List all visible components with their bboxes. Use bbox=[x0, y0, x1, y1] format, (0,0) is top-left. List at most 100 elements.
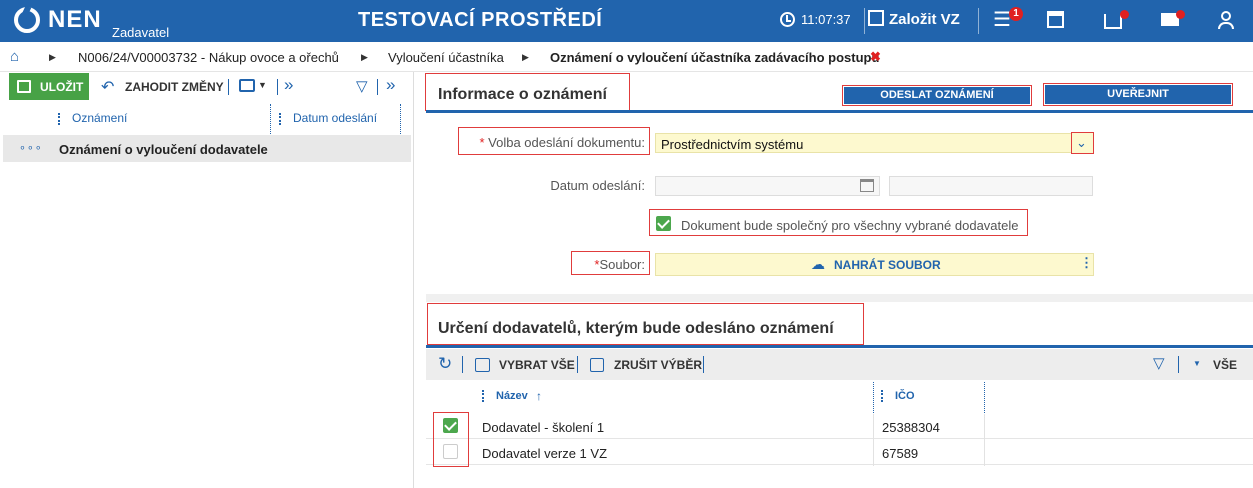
volba-select[interactable]: Prostřednictvím systému bbox=[655, 133, 1093, 153]
clock-icon bbox=[780, 12, 795, 27]
soubor-label-text: Soubor: bbox=[599, 257, 645, 272]
section-underline bbox=[426, 345, 1253, 348]
row-menu-icon[interactable]: ∘∘∘ bbox=[19, 141, 43, 154]
table-row[interactable]: Dodavatel - školení 1 25388304 bbox=[426, 414, 1253, 439]
column-header-nazev[interactable]: Název bbox=[496, 390, 528, 402]
logo-subtitle: Zadavatel bbox=[112, 25, 170, 40]
column-header-oznameni[interactable]: Oznámení bbox=[72, 111, 127, 125]
section-gap bbox=[426, 294, 1253, 302]
breadcrumb-separator-icon: ▶ bbox=[522, 52, 529, 62]
create-vz-button[interactable]: Založit VZ bbox=[868, 10, 960, 28]
view-all-button[interactable]: VŠE bbox=[1213, 358, 1237, 372]
breadcrumb-separator-icon: ▶ bbox=[49, 52, 56, 62]
close-icon[interactable]: ✖ bbox=[870, 49, 881, 65]
column-menu-icon[interactable] bbox=[881, 390, 884, 402]
supplier-ico: 25388304 bbox=[882, 420, 940, 435]
breadcrumb-item-vylouceni[interactable]: Vyloučení účastníka bbox=[388, 50, 504, 65]
volba-label: * Volba odeslání dokumentu: bbox=[466, 135, 645, 150]
common-document-checkbox[interactable] bbox=[656, 216, 671, 231]
select-all-button[interactable]: VYBRAT VŠE bbox=[499, 358, 575, 372]
column-menu-icon[interactable] bbox=[482, 390, 485, 402]
column-menu-icon[interactable] bbox=[58, 113, 61, 125]
chevron-down-icon[interactable]: ⌄ bbox=[1076, 135, 1087, 151]
edit-icon bbox=[868, 10, 884, 26]
sort-asc-icon[interactable]: ↑ bbox=[536, 389, 542, 403]
detail-panel: Informace o oznámení ODESLAT OZNÁMENÍ UV… bbox=[425, 72, 1253, 488]
column-header-datum[interactable]: Datum odeslání bbox=[293, 111, 377, 125]
send-notice-button[interactable]: ODESLAT OZNÁMENÍ bbox=[844, 87, 1030, 104]
chevron-down-icon[interactable]: ▼ bbox=[258, 80, 267, 90]
volba-value: Prostřednictvím systému bbox=[661, 137, 804, 152]
refresh-icon[interactable]: ↻ bbox=[438, 354, 452, 374]
section-title-suppliers: Určení dodavatelů, kterým bude odesláno … bbox=[438, 320, 834, 337]
discard-changes-button[interactable]: ZAHODIT ZMĚNY bbox=[125, 80, 224, 94]
calculator-icon[interactable] bbox=[1047, 11, 1064, 28]
divider bbox=[703, 356, 704, 373]
more-options-icon[interactable]: ⋮ bbox=[1080, 255, 1093, 271]
mail-notification-dot bbox=[1176, 10, 1185, 19]
column-divider[interactable] bbox=[400, 104, 401, 134]
section-underline bbox=[426, 110, 1253, 113]
breadcrumb-item-current: Oznámení o vyloučení účastníka zadávacíh… bbox=[550, 50, 880, 65]
section-title-info: Informace o oznámení bbox=[438, 86, 607, 103]
datum-label: Datum odeslání: bbox=[550, 178, 645, 193]
datum-time-input[interactable] bbox=[889, 176, 1093, 196]
left-panel: ULOŽIT ↶ ZAHODIT ZMĚNY ▼ » ▽ » Oznámení … bbox=[0, 72, 414, 488]
menu-badge: 1 bbox=[1009, 7, 1023, 21]
required-mark: * bbox=[479, 135, 485, 150]
publish-button[interactable]: UVEŘEJNIT bbox=[1045, 85, 1231, 104]
divider bbox=[228, 79, 229, 95]
upload-cloud-icon: ☁ bbox=[811, 256, 825, 272]
divider bbox=[577, 356, 578, 373]
supplier-name: Dodavatel - školení 1 bbox=[482, 420, 605, 435]
divider bbox=[864, 8, 865, 34]
grid-toolbar: ↻ VYBRAT VŠE ZRUŠIT VÝBĚR ▽ ▼ VŠE bbox=[426, 349, 1253, 380]
breadcrumb: ⌂ ▶ N006/24/V00003732 - Nákup ovoce a oř… bbox=[0, 42, 1253, 72]
clear-selection-button[interactable]: ZRUŠIT VÝBĚR bbox=[614, 358, 702, 372]
expand-icon[interactable]: » bbox=[284, 75, 293, 95]
breadcrumb-separator-icon: ▶ bbox=[361, 52, 368, 62]
calendar-icon[interactable] bbox=[860, 179, 874, 192]
highlight-box bbox=[433, 412, 469, 467]
soubor-label: *Soubor: bbox=[576, 257, 645, 272]
left-grid-header: Oznámení Datum odeslání bbox=[0, 102, 414, 136]
column-divider[interactable] bbox=[984, 382, 985, 413]
datum-date-input[interactable] bbox=[655, 176, 880, 196]
user-icon[interactable] bbox=[1218, 11, 1234, 29]
common-document-label: Dokument bude společný pro všechny vybra… bbox=[681, 218, 1019, 233]
logo-text[interactable]: NEN bbox=[48, 6, 102, 34]
breadcrumb-item-zakazka[interactable]: N006/24/V00003732 - Nákup ovoce a ořechů bbox=[78, 50, 339, 65]
save-icon bbox=[17, 80, 31, 93]
home-icon[interactable]: ⌂ bbox=[10, 48, 19, 65]
filter-icon[interactable]: ▽ bbox=[356, 77, 368, 95]
save-button[interactable]: ULOŽIT bbox=[9, 73, 89, 100]
divider bbox=[462, 356, 463, 373]
collapse-panel-icon[interactable]: » bbox=[386, 75, 395, 95]
supplier-name: Dodavatel verze 1 VZ bbox=[482, 446, 608, 461]
column-divider[interactable] bbox=[270, 104, 271, 134]
divider bbox=[277, 79, 278, 95]
list-item-label: Oznámení o vyloučení dodavatele bbox=[59, 142, 268, 157]
table-row[interactable]: Dodavatel verze 1 VZ 67589 bbox=[426, 440, 1253, 465]
session-clock: 11:07:37 bbox=[780, 12, 851, 27]
nen-logo-icon[interactable] bbox=[14, 7, 40, 33]
inbox-notification-dot bbox=[1120, 10, 1129, 19]
supplier-ico: 67589 bbox=[882, 446, 919, 461]
column-divider bbox=[873, 414, 874, 466]
chevron-down-icon[interactable]: ▼ bbox=[1193, 359, 1201, 368]
left-toolbar: ULOŽIT ↶ ZAHODIT ZMĚNY ▼ » ▽ » bbox=[0, 72, 414, 102]
column-header-ico[interactable]: IČO bbox=[895, 390, 915, 402]
grid-header: Název ↑ IČO bbox=[426, 380, 1253, 413]
filter-icon[interactable]: ▽ bbox=[1153, 354, 1165, 372]
print-icon[interactable] bbox=[239, 79, 255, 92]
column-menu-icon[interactable] bbox=[279, 113, 282, 125]
upload-file-button[interactable]: NAHRÁT SOUBOR bbox=[834, 258, 941, 272]
divider bbox=[1178, 356, 1179, 373]
column-divider[interactable] bbox=[873, 382, 874, 413]
list-item[interactable]: ∘∘∘ Oznámení o vyloučení dodavatele bbox=[3, 135, 411, 162]
column-divider bbox=[984, 414, 985, 466]
volba-label-text: Volba odeslání dokumentu: bbox=[488, 135, 645, 150]
save-label: ULOŽIT bbox=[40, 80, 84, 94]
divider bbox=[978, 8, 979, 34]
create-vz-label: Založit VZ bbox=[889, 11, 960, 28]
